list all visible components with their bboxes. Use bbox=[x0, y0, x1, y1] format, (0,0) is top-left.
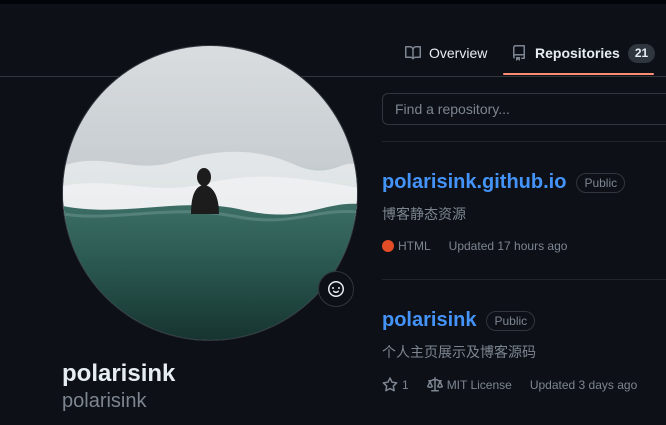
set-status-button[interactable] bbox=[318, 271, 354, 307]
repo-item-title: polarisink Public bbox=[382, 309, 536, 332]
repo-updated: Updated 17 hours ago bbox=[448, 239, 568, 253]
language-color-dot bbox=[382, 240, 394, 252]
star-icon bbox=[382, 377, 398, 392]
tab-repositories-label: Repositories bbox=[535, 45, 620, 61]
tab-overview[interactable]: Overview bbox=[405, 40, 487, 66]
visibility-badge: Public bbox=[576, 172, 626, 193]
repo-list-divider bbox=[382, 279, 666, 280]
license-label: MIT License bbox=[446, 378, 512, 392]
avatar-image bbox=[63, 46, 357, 340]
active-tab-indicator bbox=[503, 73, 654, 75]
avatar[interactable] bbox=[62, 45, 358, 341]
profile-login: polarisink bbox=[62, 390, 147, 412]
repo-updated: Updated 3 days ago bbox=[529, 378, 638, 392]
repo-language: HTML bbox=[382, 239, 431, 253]
repo-license: MIT License bbox=[426, 377, 512, 393]
language-label: HTML bbox=[398, 239, 431, 253]
repo-description: 博客静态资源 bbox=[382, 206, 466, 222]
visibility-badge: Public bbox=[486, 310, 536, 331]
repo-name-link[interactable]: polarisink bbox=[382, 309, 476, 332]
repo-icon bbox=[513, 45, 525, 61]
find-repository-input[interactable] bbox=[382, 93, 666, 125]
repo-meta: HTML Updated 17 hours ago bbox=[382, 239, 567, 253]
book-icon bbox=[405, 45, 421, 60]
smiley-icon bbox=[328, 281, 344, 297]
repo-item-title: polarisink.github.io Public bbox=[382, 171, 626, 194]
repo-meta: 1 MIT License Updated 3 days ago bbox=[382, 377, 637, 393]
tab-overview-label: Overview bbox=[429, 45, 488, 61]
repositories-count-badge: 21 bbox=[627, 43, 656, 63]
tabs-divider bbox=[0, 76, 666, 77]
tab-repositories[interactable]: Repositories 21 bbox=[511, 40, 656, 66]
profile-name: polarisink bbox=[62, 360, 176, 387]
law-icon bbox=[426, 377, 443, 392]
top-header-strip bbox=[0, 0, 666, 4]
repo-name-link[interactable]: polarisink.github.io bbox=[382, 171, 566, 194]
star-count: 1 bbox=[402, 378, 409, 392]
repo-stars-link[interactable]: 1 bbox=[382, 377, 409, 393]
repo-description: 个人主页展示及博客源码 bbox=[382, 344, 536, 360]
repo-list-divider bbox=[382, 141, 666, 142]
